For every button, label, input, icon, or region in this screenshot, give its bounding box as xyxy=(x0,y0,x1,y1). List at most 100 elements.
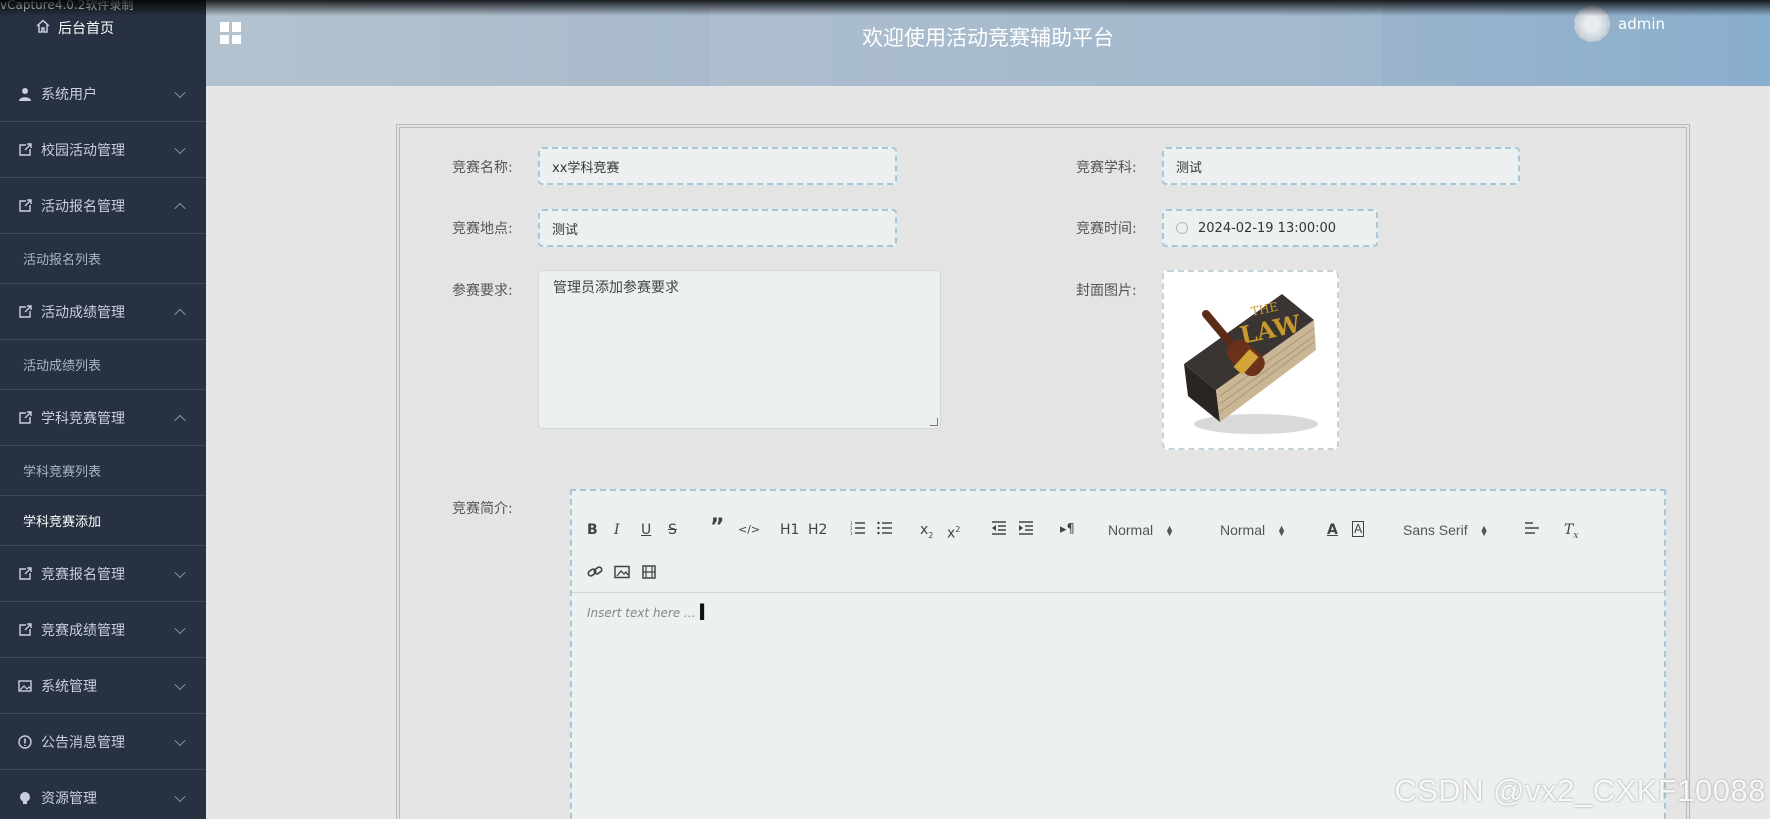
resize-handle[interactable] xyxy=(930,418,938,426)
watermark: CSDN @vx2_CXKF10088 xyxy=(1394,773,1766,808)
home-icon xyxy=(36,19,50,37)
external-link-icon xyxy=(17,198,33,214)
competition-time-picker[interactable]: 2024-02-19 13:00:00 xyxy=(1162,209,1378,247)
sidebar-item-label: 系统管理 xyxy=(41,678,97,695)
clock-icon xyxy=(1176,222,1188,234)
link-icon[interactable] xyxy=(587,565,603,584)
text-color-icon[interactable]: A xyxy=(1327,521,1338,539)
sidebar-item-label: 校园活动管理 xyxy=(41,142,125,159)
time-label: 竞赛时间: xyxy=(1076,221,1137,237)
align-icon[interactable] xyxy=(1524,521,1540,540)
chevron-up-icon xyxy=(174,414,186,426)
chevron-down-icon xyxy=(174,734,186,746)
code-block-button[interactable]: </> xyxy=(738,521,760,539)
header-select[interactable]: Normal ▲ ▼ xyxy=(1220,521,1286,539)
sidebar-item-label: 学科竞赛管理 xyxy=(41,410,125,427)
sidebar-item-label: 竞赛成绩管理 xyxy=(41,622,125,639)
external-link-icon xyxy=(17,622,33,638)
capture-label: vCapture4.0.2软件录制 xyxy=(0,0,134,12)
chevron-down-icon xyxy=(174,86,186,98)
ordered-list-icon[interactable]: 123 xyxy=(850,521,866,540)
video-insert-icon[interactable] xyxy=(642,565,656,584)
underline-button[interactable]: U xyxy=(641,521,651,539)
cover-image-upload[interactable]: THE LAW xyxy=(1162,270,1339,450)
info-icon xyxy=(17,734,33,750)
clear-format-icon[interactable]: Tx xyxy=(1564,521,1578,545)
chevron-up-icon xyxy=(174,202,186,214)
competition-name-input[interactable]: xx学科竞赛 xyxy=(538,147,897,185)
sidebar-item-label: 公告消息管理 xyxy=(41,734,125,751)
text-cursor-icon: I xyxy=(698,601,707,626)
location-label: 竞赛地点: xyxy=(452,221,513,237)
sidebar: vCapture4.0.2软件录制 后台首页 系统用户 校园活动管理 活动报名管… xyxy=(0,0,206,819)
bold-button[interactable]: B xyxy=(587,521,598,539)
svg-text:3: 3 xyxy=(850,531,853,535)
image-icon xyxy=(17,678,33,694)
external-link-icon xyxy=(17,410,33,426)
sidebar-item-system-management[interactable]: 系统管理 xyxy=(0,658,206,714)
user-menu[interactable]: admin xyxy=(1574,6,1665,42)
top-header: 欢迎使用活动竞赛辅助平台 admin xyxy=(206,0,1770,86)
strike-button[interactable]: S xyxy=(668,521,677,539)
name-label: 竞赛名称: xyxy=(452,160,513,176)
indent-icon[interactable] xyxy=(1018,521,1034,540)
sidebar-item-label: 活动报名管理 xyxy=(41,198,125,215)
external-link-icon xyxy=(17,142,33,158)
sidebar-item-resources[interactable]: 资源管理 xyxy=(0,770,206,819)
sidebar-item-label: 资源管理 xyxy=(41,790,97,807)
sidebar-item-competition-score[interactable]: 竞赛成绩管理 xyxy=(0,602,206,658)
header2-button[interactable]: H2 xyxy=(808,521,827,539)
subject-label: 竞赛学科: xyxy=(1076,160,1137,176)
sidebar-subitem-competition-add[interactable]: 学科竞赛添加 xyxy=(0,496,206,546)
sidebar-item-announcements[interactable]: 公告消息管理 xyxy=(0,714,206,770)
sidebar-subitem-activity-signup-list[interactable]: 活动报名列表 xyxy=(0,234,206,284)
external-link-icon xyxy=(17,566,33,582)
bullet-list-icon[interactable] xyxy=(877,521,893,540)
sidebar-home-label: 后台首页 xyxy=(58,21,114,37)
chevron-down-icon xyxy=(174,566,186,578)
competition-location-input[interactable]: 测试 xyxy=(538,209,897,247)
italic-button[interactable]: I xyxy=(614,521,620,539)
text-direction-icon[interactable]: ▸¶ xyxy=(1060,521,1075,539)
sidebar-item-competition-signup[interactable]: 竞赛报名管理 xyxy=(0,546,206,602)
image-insert-icon[interactable] xyxy=(614,565,630,584)
intro-label: 竞赛简介: xyxy=(452,501,513,517)
external-link-icon xyxy=(17,304,33,320)
sidebar-item-system-users[interactable]: 系统用户 xyxy=(0,66,206,122)
sidebar-subitem-competition-list[interactable]: 学科竞赛列表 xyxy=(0,446,206,496)
background-color-icon[interactable]: A xyxy=(1352,521,1365,537)
page-title: 欢迎使用活动竞赛辅助平台 xyxy=(862,26,1114,50)
subscript-button[interactable]: x2 xyxy=(920,521,933,545)
header1-button[interactable]: H1 xyxy=(780,521,799,539)
chevron-down-icon xyxy=(174,790,186,802)
sidebar-item-home[interactable]: 后台首页 xyxy=(36,18,114,38)
sidebar-item-label: 系统用户 xyxy=(41,86,97,103)
avatar xyxy=(1574,6,1610,42)
sidebar-item-label: 活动成绩管理 xyxy=(41,304,125,321)
editor-placeholder[interactable]: Insert text here ... xyxy=(587,606,696,620)
size-select[interactable]: Normal ▲ ▼ xyxy=(1108,521,1174,539)
sidebar-item-campus-activity[interactable]: 校园活动管理 xyxy=(0,122,206,178)
competition-subject-input[interactable]: 测试 xyxy=(1162,147,1520,185)
sidebar-item-activity-score[interactable]: 活动成绩管理 xyxy=(0,284,206,340)
sidebar-item-label: 竞赛报名管理 xyxy=(41,566,125,583)
sidebar-item-subject-competition[interactable]: 学科竞赛管理 xyxy=(0,390,206,446)
requirement-label: 参赛要求: xyxy=(452,283,513,299)
editor-toolbar: B I U S ” </> H1 H2 123 x2 x2 ▸¶ Normal ▲… xyxy=(572,491,1664,593)
blockquote-button[interactable]: ” xyxy=(710,517,724,539)
chevron-down-icon xyxy=(174,622,186,634)
sidebar-menu: 系统用户 校园活动管理 活动报名管理 活动报名列表 活动成绩管理 活动成绩列表 … xyxy=(0,66,206,819)
chevron-down-icon xyxy=(174,142,186,154)
intro-rich-text-editor: B I U S ” </> H1 H2 123 x2 x2 ▸¶ Normal ▲… xyxy=(570,489,1666,819)
requirement-textarea[interactable]: 管理员添加参赛要求 xyxy=(538,270,941,429)
cover-label: 封面图片: xyxy=(1076,283,1137,299)
sidebar-subitem-activity-score-list[interactable]: 活动成绩列表 xyxy=(0,340,206,390)
requirement-value: 管理员添加参赛要求 xyxy=(553,280,679,296)
law-book-gavel-image: THE LAW xyxy=(1164,272,1337,448)
sidebar-item-activity-signup[interactable]: 活动报名管理 xyxy=(0,178,206,234)
superscript-button[interactable]: x2 xyxy=(947,521,960,543)
font-select[interactable]: Sans Serif ▲ ▼ xyxy=(1403,521,1489,539)
time-value: 2024-02-19 13:00:00 xyxy=(1198,220,1337,236)
bulb-icon xyxy=(17,790,33,806)
outdent-icon[interactable] xyxy=(991,521,1007,540)
